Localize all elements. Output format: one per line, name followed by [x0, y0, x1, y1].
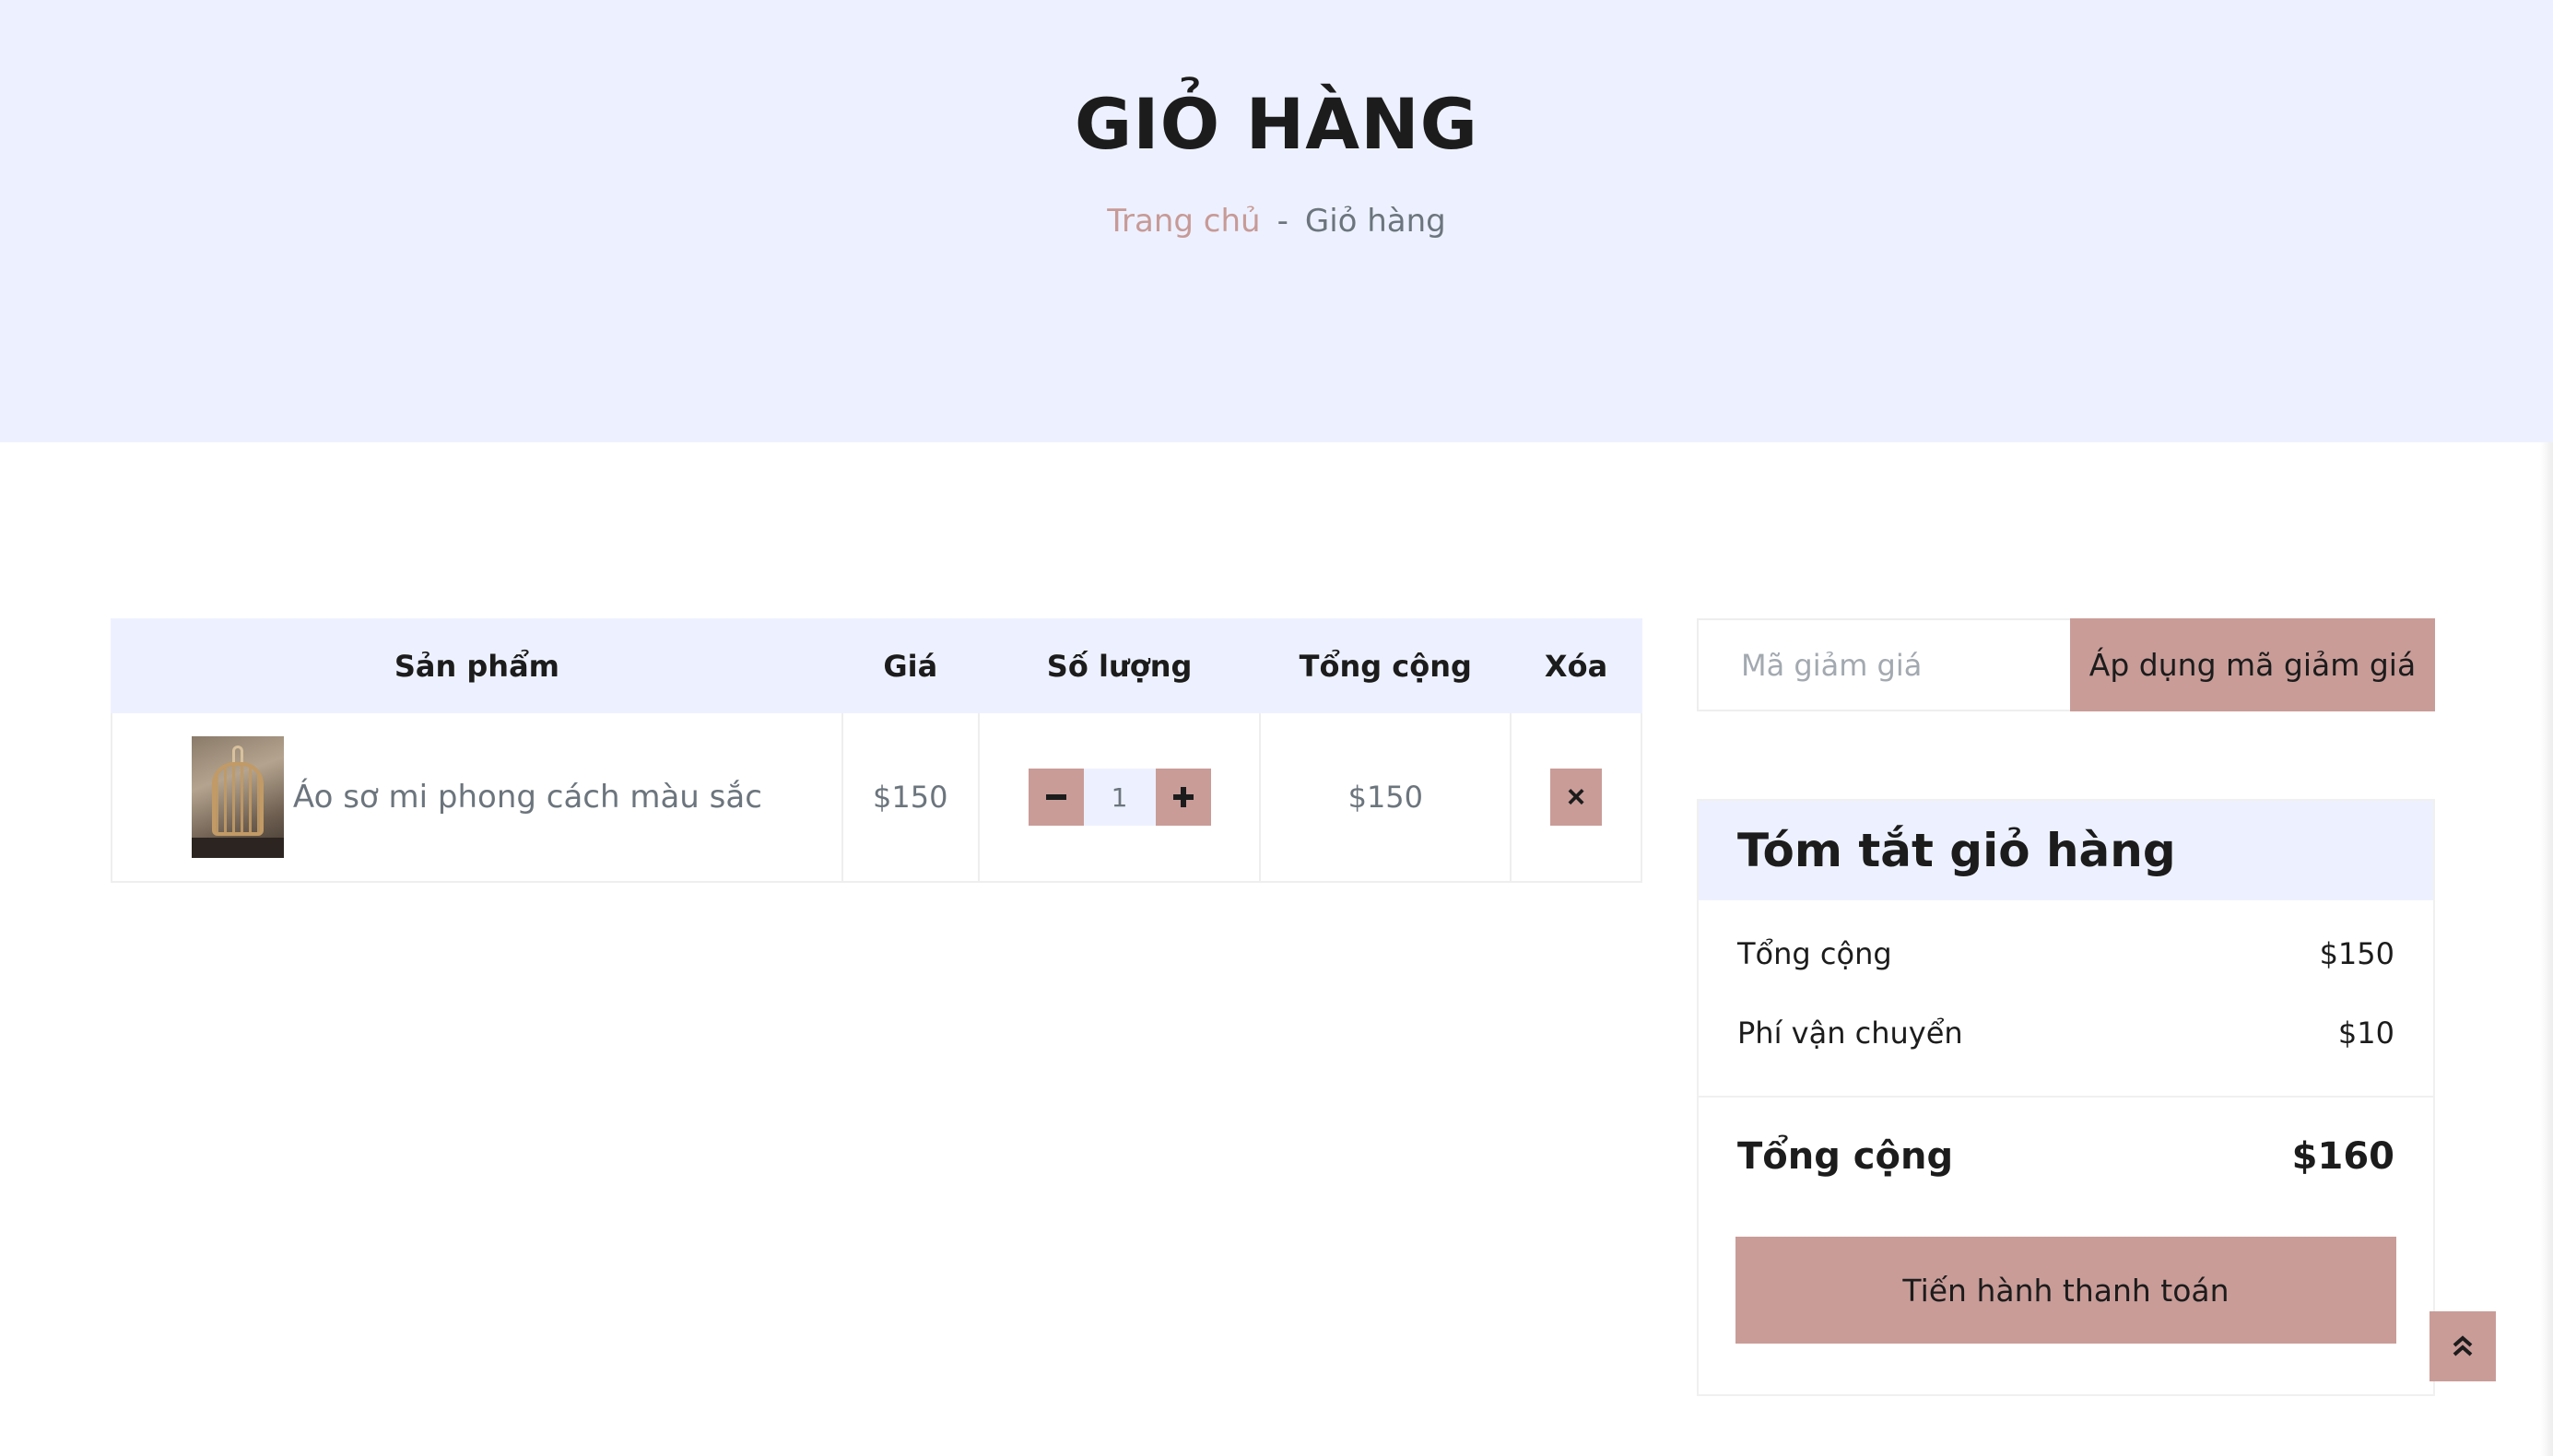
cart-table-header: Sản phẩm Giá Số lượng Tổng cộng Xóa — [111, 618, 1642, 713]
close-icon: × — [1567, 779, 1585, 815]
page-header: GIỎ HÀNG Trang chủ - Giỏ hàng — [0, 0, 2553, 442]
breadcrumb-current: Giỏ hàng — [1304, 203, 1446, 240]
breadcrumb-home-link[interactable]: Trang chủ — [1107, 203, 1260, 240]
product-price: $150 — [841, 711, 980, 883]
apply-coupon-button[interactable]: Áp dụng mã giảm giá — [2070, 618, 2435, 711]
product-total: $150 — [1259, 711, 1512, 883]
remove-cell: × — [1510, 711, 1642, 883]
coupon-code-input[interactable] — [1697, 618, 2070, 711]
cart-table: Sản phẩm Giá Số lượng Tổng cộng Xóa Áo s… — [111, 618, 1642, 883]
cart-summary: Tóm tắt giỏ hàng Tổng cộng $150 Phí vận … — [1697, 799, 2435, 1396]
grand-total-value: $160 — [2291, 1135, 2394, 1178]
decrease-quantity-button[interactable] — [1028, 769, 1084, 826]
shipping-label: Phí vận chuyển — [1737, 1016, 1963, 1051]
page-title: GIỎ HÀNG — [1074, 83, 1479, 165]
quantity-input[interactable] — [1083, 769, 1156, 826]
quantity-cell — [977, 711, 1262, 883]
increase-quantity-button[interactable] — [1155, 769, 1211, 826]
cart-summary-header: Tóm tắt giỏ hàng — [1699, 801, 2433, 900]
column-header-total: Tổng cộng — [1259, 618, 1512, 713]
minus-icon — [1045, 794, 1066, 800]
table-row: Áo sơ mi phong cách màu sắc $150 $150 — [111, 711, 1642, 883]
column-header-product: Sản phẩm — [111, 618, 843, 713]
back-to-top-button[interactable] — [2429, 1311, 2496, 1381]
product-cell: Áo sơ mi phong cách màu sắc — [111, 711, 843, 883]
column-header-price: Giá — [841, 618, 980, 713]
product-image[interactable] — [191, 736, 284, 858]
double-chevron-up-icon — [2453, 1335, 2473, 1356]
shipping-value: $10 — [2337, 1016, 2394, 1051]
shipping-row: Phí vận chuyển $10 — [1699, 1009, 2433, 1057]
breadcrumb-separator: - — [1276, 203, 1288, 240]
coupon-form: Áp dụng mã giảm giá — [1697, 618, 2435, 711]
summary-divider — [1699, 1096, 2433, 1098]
product-name-link[interactable]: Áo sơ mi phong cách màu sắc — [293, 779, 762, 816]
column-header-quantity: Số lượng — [977, 618, 1262, 713]
checkout-button[interactable]: Tiến hành thanh toán — [1735, 1237, 2396, 1344]
cart-summary-title: Tóm tắt giỏ hàng — [1737, 824, 2176, 877]
column-header-remove: Xóa — [1510, 618, 1642, 713]
remove-item-button[interactable]: × — [1550, 769, 1603, 826]
quantity-stepper — [980, 769, 1260, 826]
grand-total-label: Tổng cộng — [1737, 1135, 1954, 1178]
breadcrumb: Trang chủ - Giỏ hàng — [0, 203, 2553, 240]
subtotal-value: $150 — [2319, 936, 2394, 971]
subtotal-row: Tổng cộng $150 — [1699, 930, 2433, 978]
subtotal-label: Tổng cộng — [1737, 936, 1892, 971]
grand-total-row: Tổng cộng $160 — [1699, 1129, 2433, 1184]
plus-icon — [1172, 787, 1194, 807]
